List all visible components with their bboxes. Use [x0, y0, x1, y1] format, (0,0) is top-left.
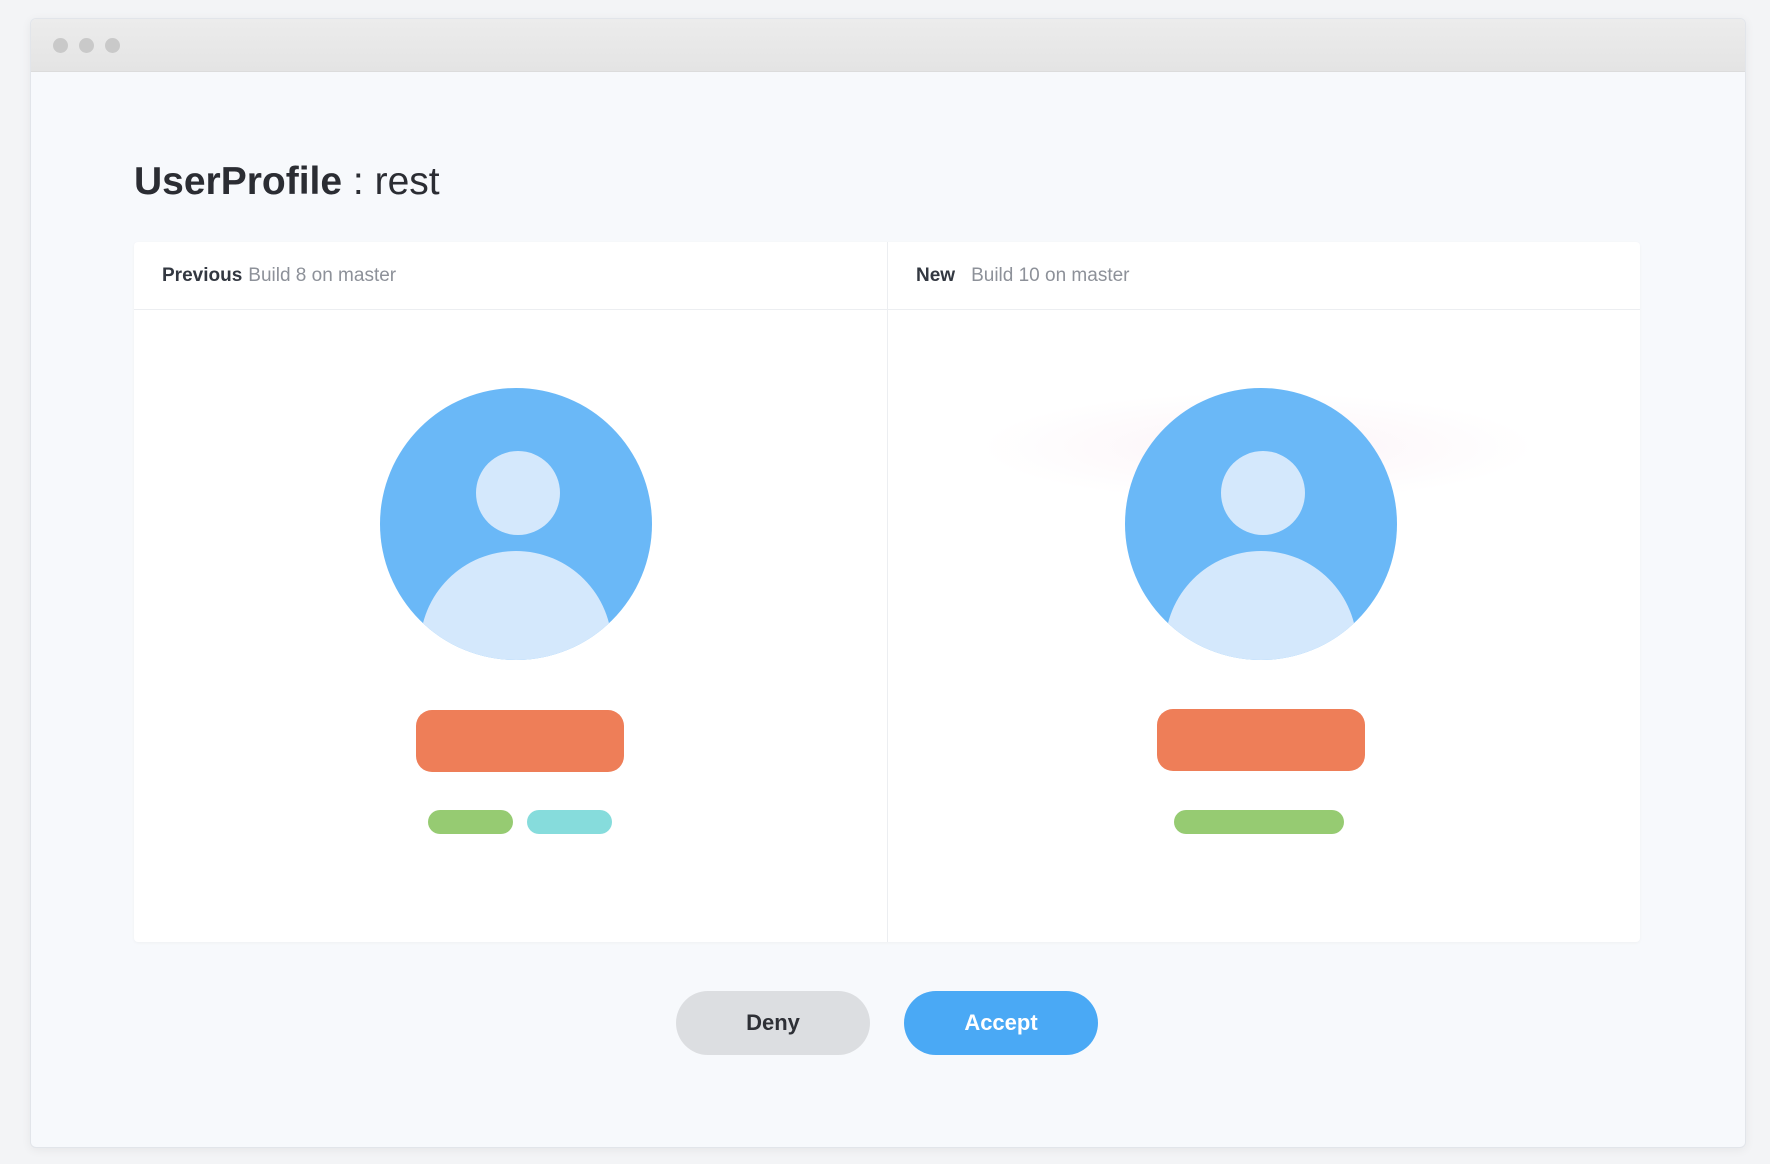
page-title: UserProfile : rest — [134, 160, 440, 204]
previous-pane-header: Previous Build 8 on master — [134, 242, 887, 310]
avatar-icon — [380, 388, 652, 660]
new-pane: New Build 10 on master — [887, 242, 1640, 942]
previous-label: Previous — [162, 265, 243, 286]
window-close-control[interactable] — [53, 38, 68, 53]
comparison-panel: Previous Build 8 on master New Build 10 on… — [134, 242, 1640, 942]
avatar-icon — [1125, 388, 1397, 660]
name-placeholder-bar — [1157, 709, 1365, 771]
avatar-body — [420, 551, 612, 660]
tag-placeholder-green — [1174, 810, 1344, 834]
new-pane-header: New Build 10 on master — [888, 242, 1640, 310]
name-placeholder-bar — [416, 710, 624, 772]
tag-placeholder-cyan — [527, 810, 612, 834]
avatar-body — [1165, 551, 1357, 660]
new-label: New — [916, 265, 956, 286]
window-maximize-control[interactable] — [105, 38, 120, 53]
avatar-head — [1221, 451, 1305, 535]
new-build-info: Build 10 on master — [971, 265, 1130, 286]
component-name: UserProfile — [134, 160, 343, 203]
deny-button[interactable]: Deny — [676, 991, 870, 1055]
window-titlebar — [31, 19, 1745, 72]
avatar-head — [476, 451, 560, 535]
window-minimize-control[interactable] — [79, 38, 94, 53]
story-name: : rest — [342, 160, 440, 203]
tag-placeholder-green — [428, 810, 513, 834]
previous-pane: Previous Build 8 on master — [134, 242, 887, 942]
previous-build-info: Build 8 on master — [248, 265, 397, 286]
accept-button[interactable]: Accept — [904, 991, 1098, 1055]
